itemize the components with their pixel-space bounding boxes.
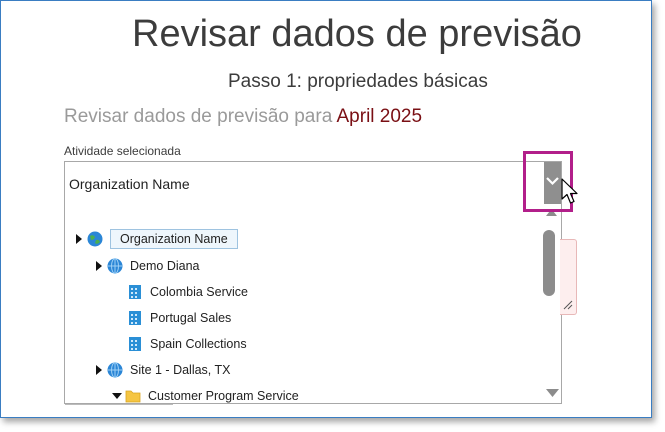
review-heading: Revisar dados de previsão para April 202… xyxy=(64,106,422,128)
resize-grip-icon[interactable] xyxy=(563,300,573,310)
tree-item-label: Demo Diana xyxy=(130,259,200,273)
tree-item-label: Colombia Service xyxy=(150,285,248,299)
tree-item-portugal-sales[interactable]: Portugal Sales xyxy=(127,307,231,329)
caret-right-icon[interactable] xyxy=(74,234,84,244)
review-prefix: Revisar dados de previsão para xyxy=(64,106,333,127)
folder-icon xyxy=(125,390,141,403)
step-subtitle: Passo 1: propriedades básicas xyxy=(228,71,488,92)
caret-right-icon[interactable] xyxy=(94,261,104,271)
tree-item-label: Customer Program Service xyxy=(148,389,299,403)
tree-scrollbar[interactable] xyxy=(541,206,561,402)
tree-item-site-dallas[interactable]: Site 1 - Dallas, TX xyxy=(94,359,231,381)
tree-item-label: Portugal Sales xyxy=(150,311,232,325)
globe-icon xyxy=(107,258,123,274)
resizable-text-area[interactable] xyxy=(560,239,577,315)
tree-item-label: Spain Collections xyxy=(150,337,247,351)
building-icon xyxy=(129,285,141,299)
tree-item-demo-diana[interactable]: Demo Diana xyxy=(94,255,199,277)
divider xyxy=(65,404,173,405)
globe-icon xyxy=(87,231,103,247)
activity-combobox[interactable]: Organization Name Organization Name Demo… xyxy=(64,161,562,404)
globe-icon xyxy=(107,362,123,378)
tree-item-spain-collections[interactable]: Spain Collections xyxy=(127,333,247,355)
scrollbar-thumb[interactable] xyxy=(543,230,555,296)
activity-label: Atividade selecionada xyxy=(64,144,181,158)
tree-item-organization[interactable]: Organization Name xyxy=(74,228,238,250)
caret-down-icon[interactable] xyxy=(112,391,122,401)
building-icon xyxy=(129,337,141,351)
mouse-cursor-icon xyxy=(561,178,578,204)
tree-item-colombia-service[interactable]: Colombia Service xyxy=(127,281,248,303)
tree-item-label: Site 1 - Dallas, TX xyxy=(130,363,231,377)
caret-right-icon[interactable] xyxy=(94,365,104,375)
building-icon xyxy=(129,311,141,325)
review-month: April 2025 xyxy=(336,106,423,127)
scroll-down-icon[interactable] xyxy=(546,388,559,398)
page-title: Revisar dados de previsão xyxy=(132,13,582,55)
tree-item-label: Organization Name xyxy=(110,229,238,249)
combobox-value: Organization Name xyxy=(69,176,190,192)
